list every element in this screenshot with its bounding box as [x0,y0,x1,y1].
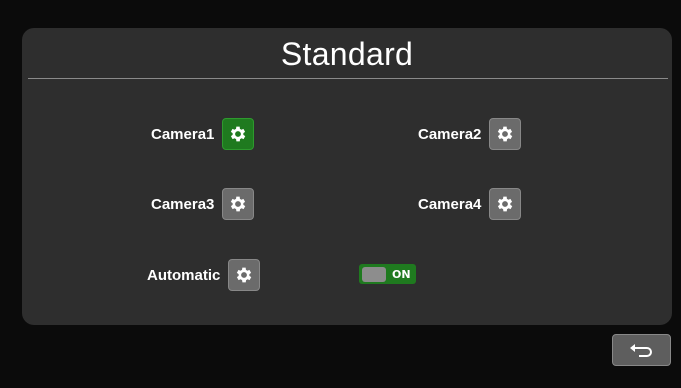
back-button[interactable] [612,334,671,366]
camera2-row: Camera2 [418,118,522,150]
camera3-settings-button[interactable] [222,188,255,220]
automatic-label: Automatic [147,266,221,284]
settings-panel: Standard [22,28,672,325]
camera1-row: Camera1 [151,118,255,150]
toggle-knob [362,266,386,282]
camera3-label: Camera3 [151,195,215,213]
camera4-row: Camera4 [418,188,522,220]
camera1-label: Camera1 [151,125,215,143]
camera1-settings-button[interactable] [222,118,255,150]
title-divider [28,78,668,79]
screen: Standard Camera1 Camera2 Camera3 Camera4… [0,0,681,388]
gear-icon [498,196,513,212]
automatic-row: Automatic [147,259,261,291]
camera2-settings-button[interactable] [489,118,522,150]
gear-icon [498,126,513,142]
camera2-label: Camera2 [418,125,482,143]
toggle-state-label: ON [392,267,411,281]
automatic-settings-button[interactable] [228,259,261,291]
back-arrow-icon [629,344,652,357]
page-title: Standard [280,36,414,72]
gear-icon [231,126,246,142]
automatic-toggle[interactable]: ON [359,264,416,284]
camera4-label: Camera4 [418,195,482,213]
camera4-settings-button[interactable] [489,188,522,220]
gear-icon [237,267,252,283]
gear-icon [231,196,246,212]
camera3-row: Camera3 [151,188,255,220]
